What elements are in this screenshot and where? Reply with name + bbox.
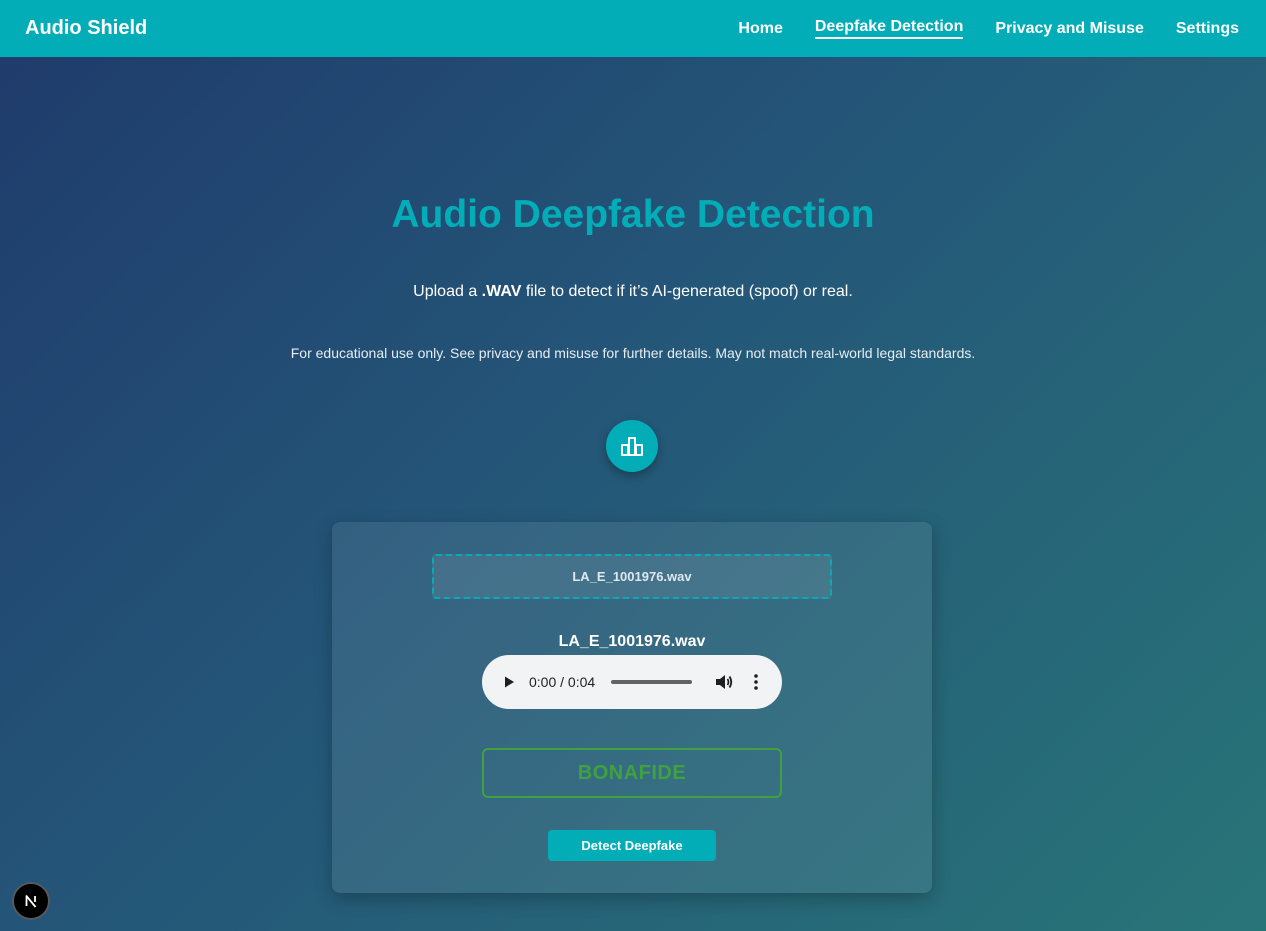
page-title: Audio Deepfake Detection: [391, 193, 875, 236]
bar-chart-badge: [606, 420, 658, 472]
play-icon[interactable]: [502, 675, 516, 689]
detection-card: LA_E_1001976.wav LA_E_1001976.wav 0:00 /…: [332, 522, 932, 893]
subtitle-text-after: file to detect if it’s AI-generated (spo…: [521, 283, 853, 300]
subtitle-file-type: .WAV: [481, 283, 522, 300]
file-dropzone[interactable]: LA_E_1001976.wav: [432, 554, 832, 599]
nav-link-deepfake-detection[interactable]: Deepfake Detection: [814, 18, 964, 39]
nav-link-settings[interactable]: Settings: [1176, 20, 1239, 38]
bar-chart-icon: [621, 437, 643, 456]
nav-link-home[interactable]: Home: [738, 20, 782, 38]
dev-tools-badge[interactable]: [12, 882, 50, 920]
more-vertical-icon[interactable]: [752, 672, 760, 692]
selected-file-name: LA_E_1001976.wav: [558, 633, 706, 650]
next-logo-icon: [25, 895, 37, 908]
volume-icon[interactable]: [714, 672, 734, 692]
subtitle-text-before: Upload a: [413, 283, 482, 300]
page-subtitle: Upload a .WAV file to detect if it’s AI-…: [0, 283, 1266, 301]
audio-time: 0:00 / 0:04: [529, 674, 596, 690]
detection-result: BONAFIDE: [482, 748, 782, 798]
detect-deepfake-button[interactable]: Detect Deepfake: [548, 830, 716, 861]
nav-link-privacy-and-misuse[interactable]: Privacy and Misuse: [995, 20, 1144, 38]
audio-progress-slider[interactable]: [611, 680, 692, 684]
brand-logo[interactable]: Audio Shield: [25, 17, 147, 40]
top-navbar: Audio Shield Home Deepfake Detection Pri…: [0, 0, 1266, 57]
nav-links: Home Deepfake Detection Privacy and Misu…: [706, 18, 1239, 39]
audio-player: 0:00 / 0:04: [482, 655, 782, 709]
disclaimer-text: For educational use only. See privacy an…: [290, 345, 976, 361]
